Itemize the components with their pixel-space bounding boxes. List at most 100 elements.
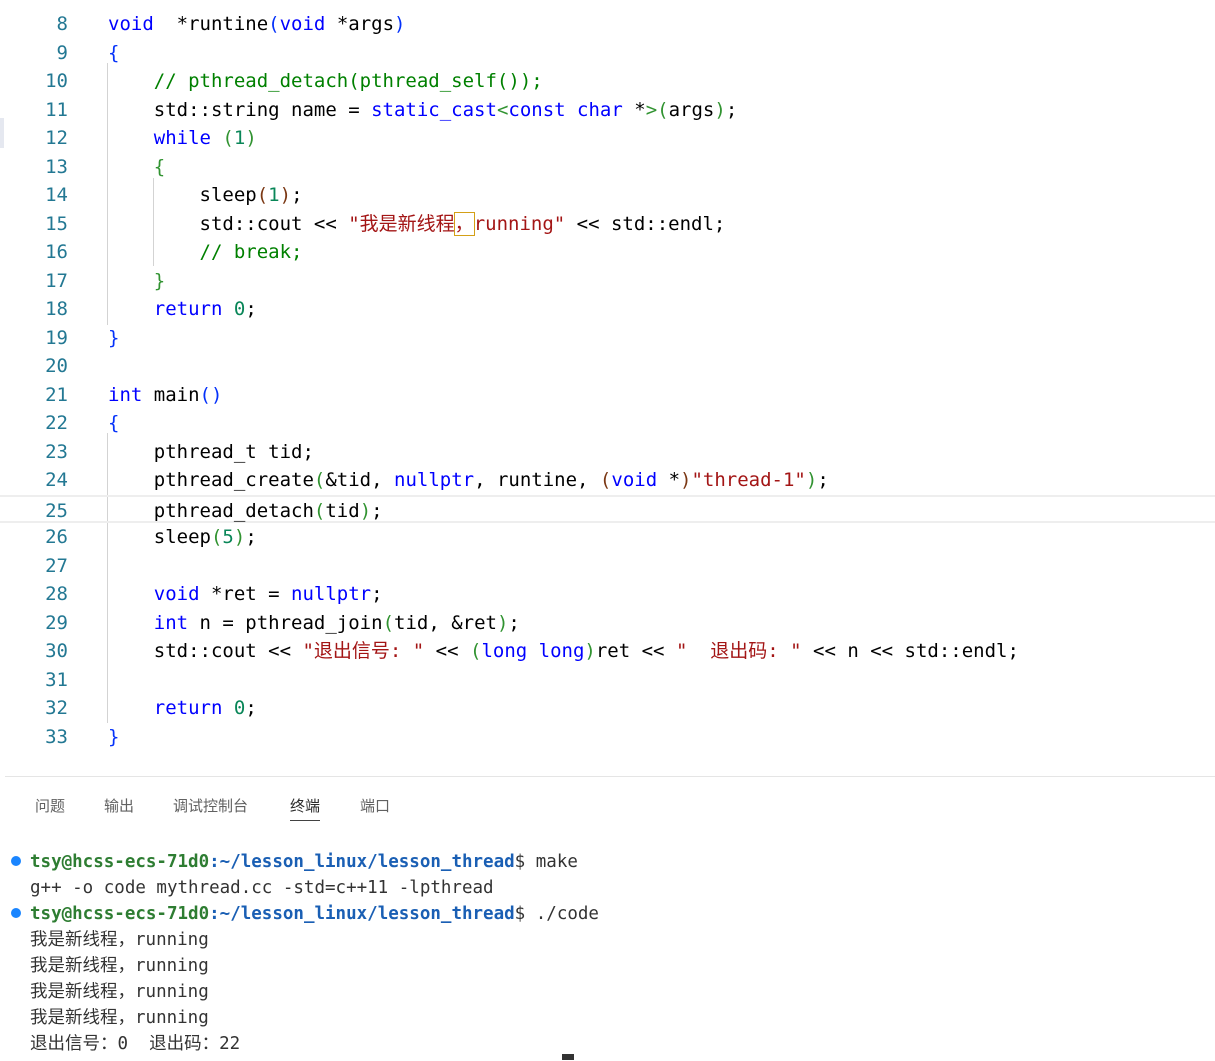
line-code: }	[108, 723, 119, 752]
code-line[interactable]: 13 {	[0, 153, 1215, 182]
code-token: void	[279, 13, 326, 35]
line-number: 20	[45, 355, 68, 377]
line-code: int main()	[108, 381, 222, 410]
line-code: pthread_create(&tid, nullptr, runtine, (…	[108, 466, 829, 495]
code-line[interactable]: 8 void *runtine(void *args)	[0, 10, 1215, 39]
code-line[interactable]: 33}	[0, 723, 1215, 752]
code-line[interactable]: 28 void *ret = nullptr;	[0, 580, 1215, 609]
code-token: n = pthread_join	[188, 611, 383, 634]
code-line[interactable]: 22 {	[0, 409, 1215, 438]
code-token: ;	[371, 499, 383, 522]
terminal-user-host: tsy@hcss-ecs-71d0	[30, 852, 210, 872]
code-token: nullptr	[291, 583, 372, 605]
line-code: {	[108, 39, 119, 68]
code-token: std::cout <<	[108, 640, 303, 662]
line-number: 32	[45, 697, 68, 719]
code-token: sleep	[108, 184, 257, 206]
code-token: {	[108, 41, 120, 64]
code-line[interactable]: 19}	[0, 324, 1215, 353]
terminal-prompt-line: tsy@hcss-ecs-71d0:~/lesson_linux/lesson_…	[30, 901, 599, 927]
code-line[interactable]: 30 std::cout << "退出信号: " << (long long)r…	[0, 637, 1215, 666]
code-token: void	[108, 13, 154, 35]
line-number: 13	[45, 155, 68, 178]
code-line[interactable]: 15 std::cout << "我是新线程，running" << std::…	[0, 210, 1215, 239]
code-token: *args	[325, 13, 395, 35]
line-code: // pthread_detach(pthread_self());	[108, 67, 543, 96]
code-token: pthread_detach	[108, 499, 314, 522]
code-token: }	[108, 326, 120, 349]
line-number: 26	[45, 526, 68, 548]
line-code: void *runtine(void *args)	[108, 10, 405, 39]
line-number: 11	[45, 98, 68, 121]
code-token: 0	[233, 697, 246, 719]
code-token: (	[599, 469, 612, 491]
code-line[interactable]: 21 int main()	[0, 381, 1215, 410]
code-token: (	[470, 640, 482, 662]
code-line[interactable]: 27	[0, 552, 1215, 581]
code-line[interactable]: 11 std::string name = static_cast<const …	[0, 96, 1215, 125]
code-token: *runtine	[153, 13, 269, 35]
code-line[interactable]: 26 sleep(5);	[0, 523, 1215, 552]
code-token: // break;	[199, 241, 303, 263]
code-line[interactable]: 16 // break;	[0, 238, 1215, 267]
code-line[interactable]: 12 while (1)	[0, 124, 1215, 153]
code-line[interactable]: 18 return 0;	[0, 295, 1215, 324]
line-number: 24	[45, 469, 68, 491]
code-token: (	[382, 611, 395, 634]
code-token: << std::endl;	[565, 212, 726, 235]
line-number: 10	[45, 70, 68, 92]
code-line[interactable]: 23 pthread_t tid;	[0, 438, 1215, 467]
code-token: pthread_t tid;	[108, 440, 314, 463]
line-code: void *ret = nullptr;	[108, 580, 383, 609]
line-number: 25	[45, 499, 68, 522]
terminal-prompt-symbol: $	[514, 904, 526, 924]
code-token: ret <<	[595, 640, 676, 662]
code-line[interactable]: 24 pthread_create(&tid, nullptr, runtine…	[0, 466, 1215, 495]
code-line[interactable]: 29 int n = pthread_join(tid, &ret);	[0, 609, 1215, 638]
line-code: {	[108, 409, 119, 438]
tab-terminal[interactable]: 终端	[290, 795, 321, 821]
line-code: pthread_detach(tid);	[108, 497, 383, 526]
code-line[interactable]: 25 pthread_detach(tid);	[0, 494, 1215, 526]
tab-ports[interactable]: 端口	[360, 795, 390, 816]
code-token: >	[645, 98, 658, 121]
code-token: &tid,	[325, 469, 394, 491]
code-line[interactable]: 14 sleep(1);	[0, 181, 1215, 210]
code-line[interactable]: 32 return 0;	[0, 694, 1215, 723]
code-line[interactable]: 10 // pthread_detach(pthread_self());	[0, 67, 1215, 96]
code-line[interactable]: 9{	[0, 39, 1215, 68]
terminal-prompt-symbol: $	[514, 852, 526, 872]
code-token: , runtine,	[474, 469, 600, 491]
line-number: 28	[45, 583, 68, 605]
line-number: 27	[45, 554, 68, 577]
line-number: 31	[45, 668, 68, 691]
line-code: {	[108, 153, 165, 182]
code-token: ，	[453, 211, 475, 236]
tab-debug-console[interactable]: 调试控制台	[173, 795, 248, 816]
tab-output[interactable]: 输出	[104, 795, 134, 816]
code-token: }	[108, 725, 120, 748]
line-code: std::cout << "退出信号: " << (long long)ret …	[108, 637, 1019, 666]
code-line[interactable]: 17 }	[0, 267, 1215, 296]
code-token: (	[256, 184, 269, 206]
code-token: )	[805, 469, 818, 491]
tab-problems[interactable]: 问题	[35, 795, 65, 816]
code-token: int	[153, 611, 189, 634]
code-token: 5	[222, 526, 234, 548]
code-line[interactable]: 31	[0, 666, 1215, 695]
code-token: 1	[268, 184, 280, 206]
code-editor[interactable]: 8 void *runtine(void *args) 9{10 // pthrea…	[0, 0, 1215, 776]
code-token: (	[657, 98, 669, 121]
code-token: ;	[245, 298, 257, 320]
code-token: (	[313, 469, 326, 491]
terminal-output-line: 退出信号：0 退出码：22	[30, 1034, 241, 1054]
code-token: )	[233, 526, 246, 548]
line-number: 15	[45, 212, 68, 235]
code-line[interactable]: 20	[0, 352, 1215, 381]
code-token: *ret =	[199, 583, 292, 605]
